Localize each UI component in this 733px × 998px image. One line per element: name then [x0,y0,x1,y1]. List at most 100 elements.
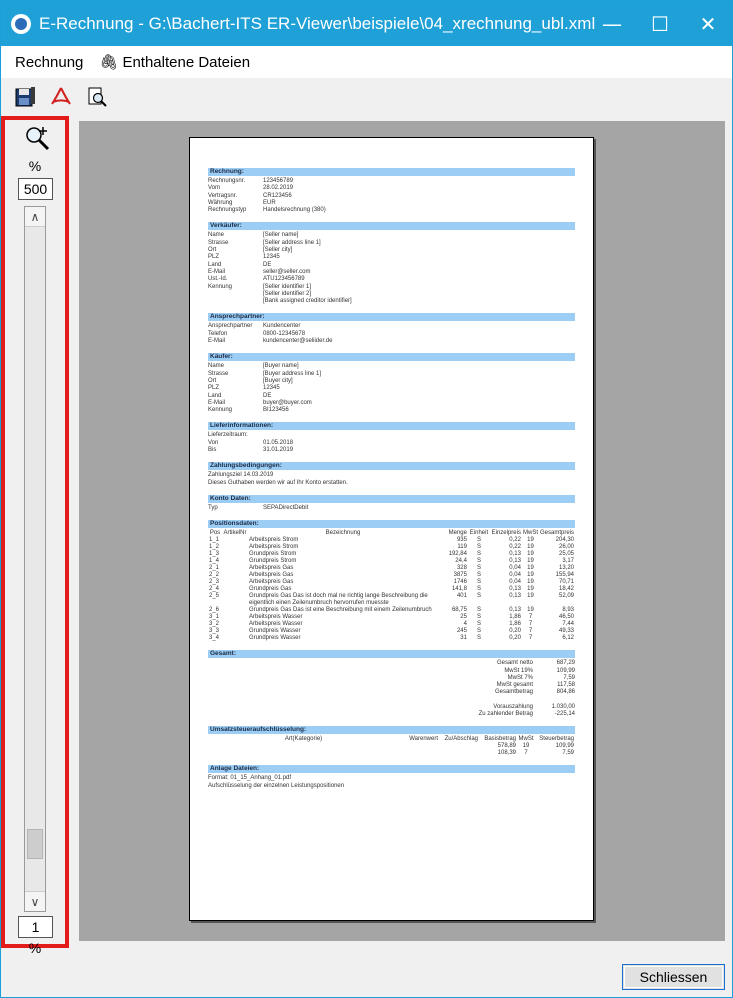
table-cell: 7 [524,750,528,757]
table-cell: Arbeitspreis Gas [249,565,294,572]
zoom-slider[interactable]: ∧ ∨ [24,206,46,912]
zoom-slider-thumb[interactable] [27,829,43,859]
table-cell: 108,39 [497,750,516,757]
field-value: ATU123456789 [263,276,305,283]
table-cell [222,621,248,628]
ansprechpartner-row: Ansprechpartner Kundencenter [208,323,575,330]
field-value: buyer@buyer.com [263,399,312,406]
field-label: Land [208,261,222,268]
table-cell [222,614,248,621]
positions-table: Pos ArtikelNr Bezeichnung Menge Einheit Einze… [208,530,575,642]
schliessen-button[interactable]: Schliessen [622,964,725,990]
field-value: seller@seller.com [263,268,311,275]
field-value: DE [263,392,272,399]
table-cell: Arbeitspreis Gas [249,572,294,579]
section-header: Käufer: [208,353,575,362]
table-cell: 7,44 [562,621,574,628]
zoom-min-percent-label: % [28,940,42,956]
zoom-value-field[interactable]: 500 [18,178,53,200]
field-value: [Buyer city] [263,377,293,384]
table-cell: 68,75 [451,607,467,614]
zoom-in-icon[interactable] [23,124,51,152]
total-label: Gesamtbetrag [494,689,533,696]
table-cell: 2_4 [209,586,220,593]
section-ansprechpartner: Ansprechpartner: Ansprechpartner Kundence… [208,313,575,345]
anlage-line: Aufschlüsselung der einzelnen Leistungsp… [208,782,345,789]
column-header: Menge [448,530,467,537]
total-row: Gesamt netto 687,29 [208,660,575,667]
table-row: 2_3 Arbeitspreis Gas 1746 S 0,04 19 70,71 [208,579,575,586]
table-cell: Arbeitspreis Strom [249,544,299,551]
section-gesamt: Gesamt: Gesamt netto 687,29 MwSt 19% 109,99… [208,650,575,718]
table-cell: 0,22 [509,544,521,551]
field-label: Währung [208,199,233,206]
table-row: 3_2 Arbeitspreis Wasser 4 S 1,86 7 7,44 [208,621,575,628]
zahlung-line: Zahlungsziel 14.03.2019 [208,472,274,479]
table-cell [222,544,248,551]
table-cell: 19 [527,579,534,586]
total-row: MwSt gesamt 117,58 [208,682,575,689]
chevron-up-icon[interactable]: ∧ [25,207,45,227]
field-value: 31.01.2019 [263,447,294,454]
zoom-min-field[interactable]: 1 [18,916,53,938]
table-row: 3_3 Grundpreis Wasser 245 S 0,20 7 49,33 [208,628,575,635]
menu-rechnung[interactable]: Rechnung [7,50,91,75]
table-cell: 401 [456,593,467,600]
table-cell: Grundpreis Wasser [249,635,301,642]
section-header: Umsatzsteueraufschlüsselung: [208,726,575,735]
invoice-page: Rechnung: Rechnungsnr. 123456789 Vom 28.02.… [189,137,594,921]
table-cell: 0,20 [509,635,521,642]
verkaeufer-row: Name [Seller name] [208,232,575,239]
app-icon[interactable] [11,13,31,34]
kaeufer-row: Land DE [208,393,575,400]
table-cell: 1_4 [209,558,220,565]
maximize-button[interactable]: ☐ [636,1,684,46]
document-viewer[interactable]: Rechnung: Rechnungsnr. 123456789 Vom 28.02.… [79,121,725,941]
section-kaeufer: Käufer: Name [Buyer name] Strasse [Buyer ad… [208,353,575,414]
table-cell: 25 [460,614,467,621]
menu-enthaltene-dateien-label: Enthaltene Dateien [122,53,251,71]
minimize-button[interactable]: — [588,1,636,46]
rechnung-row: Währung EUR [208,200,575,207]
pdf-button[interactable] [47,83,75,111]
verkaeufer-row: Strasse [Seller address line 1] [208,240,575,247]
table-row: 1_1 Arbeitspreis Strom 935 S 0,22 19 204,30 [208,537,575,544]
save-button[interactable] [11,83,39,111]
table-cell: 46,50 [558,614,574,621]
table-cell: 19 [527,565,534,572]
table-cell: S [476,572,481,579]
menu-enthaltene-dateien[interactable]: 🖇 Enthaltene Dateien [91,49,258,75]
column-header: Zu/Abschlag [444,736,478,743]
table-cell: 0,04 [509,565,521,572]
column-header: Art(Kategorie) [284,736,323,743]
kaeufer-row: Strasse [Buyer address line 1] [208,371,575,378]
field-value: 28.02.2019 [263,185,294,192]
table-row: 2_5 Grundpreis Gas Das ist doch mal ne ri… [208,593,575,607]
total-label: Zu zahlender Betrag [478,710,533,717]
table-cell: S [476,579,481,586]
field-label: Kennung [208,283,233,290]
table-cell: S [476,558,481,565]
rechnung-row: Rechnungstyp Handelsrechnung (380) [208,207,575,214]
table-cell: 2_1 [209,565,220,572]
table-cell: 0,20 [509,628,521,635]
chevron-down-icon[interactable]: ∨ [25,891,45,911]
field-value: 01.05.2018 [263,439,294,446]
section-rechnung: Rechnung: Rechnungsnr. 123456789 Vom 28.02.… [208,168,575,214]
field-label: Strasse [208,239,229,246]
field-label: Vertragsnr. [208,192,238,199]
print-preview-button[interactable] [83,83,111,111]
kaeufer-row: Name [Buyer name] [208,363,575,370]
table-cell: 578,89 [497,743,516,750]
main-window: E-Rechnung - G:\Bachert-ITS ER-Viewer\be… [0,0,733,998]
close-window-button[interactable]: ✕ [684,1,732,46]
konto-row: Typ SEPADirectDebit [208,505,575,512]
total-value: -225,14 [554,710,575,717]
table-cell: 328 [456,565,467,572]
field-value: [Seller identifier 2] [263,290,312,297]
column-header: Pos [209,530,221,537]
table-cell: 19 [527,607,534,614]
field-value: kundencenter@seliider.de [263,338,333,345]
table-cell: Arbeitspreis Wasser [249,614,303,621]
table-cell [439,743,479,750]
